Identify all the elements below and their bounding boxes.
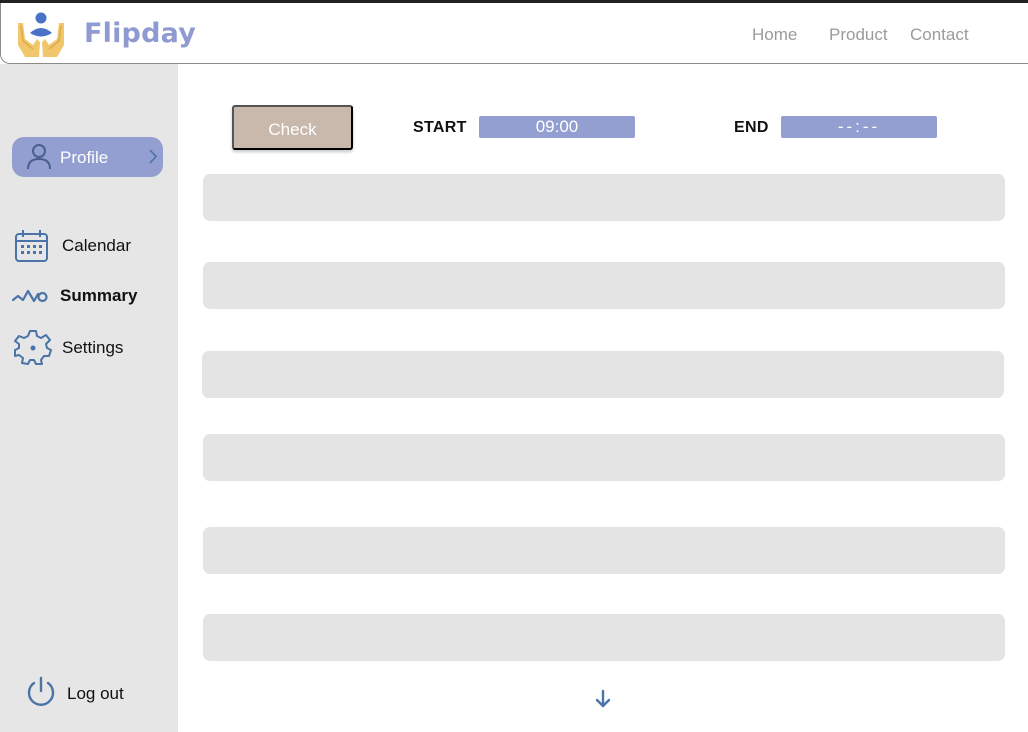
sidebar-item-label: Calendar <box>62 236 131 255</box>
list-item[interactable] <box>203 527 1005 574</box>
profile-button[interactable]: Profile <box>12 137 163 177</box>
list-item[interactable] <box>203 174 1005 221</box>
logout-button[interactable]: Log out <box>0 674 178 712</box>
end-label: END <box>734 119 769 136</box>
check-button[interactable]: Check <box>232 105 353 150</box>
list-item[interactable] <box>202 351 1004 398</box>
nav-product[interactable]: Product <box>829 25 888 45</box>
chevron-right-icon <box>149 149 158 164</box>
profile-label: Profile <box>60 148 109 167</box>
start-label: START <box>413 119 467 136</box>
sidebar-item-summary[interactable]: Summary <box>0 276 178 314</box>
arrow-down-icon[interactable] <box>594 689 612 709</box>
nav-contact[interactable]: Contact <box>910 25 969 45</box>
sidebar-item-calendar[interactable]: Calendar <box>0 226 178 264</box>
end-time-input[interactable] <box>781 116 937 138</box>
sidebar-item-label: Settings <box>62 338 124 357</box>
sidebar-item-settings[interactable]: Settings <box>0 328 178 366</box>
user-icon <box>27 144 51 170</box>
logout-label: Log out <box>67 684 124 703</box>
activity-wave-icon <box>12 289 48 303</box>
start-time-input[interactable] <box>479 116 635 138</box>
power-icon <box>27 676 55 706</box>
top-header: Flipday Home Product Contact <box>0 3 1028 64</box>
calendar-icon <box>15 230 48 262</box>
nav-home[interactable]: Home <box>752 25 797 45</box>
brand-name[interactable]: Flipday <box>84 18 196 49</box>
list-item[interactable] <box>203 262 1005 309</box>
hands-holding-person-logo[interactable] <box>15 9 67 59</box>
sidebar-item-label: Summary <box>60 286 138 305</box>
list-item[interactable] <box>203 614 1005 661</box>
gear-icon <box>14 330 52 365</box>
list-item[interactable] <box>203 434 1005 481</box>
